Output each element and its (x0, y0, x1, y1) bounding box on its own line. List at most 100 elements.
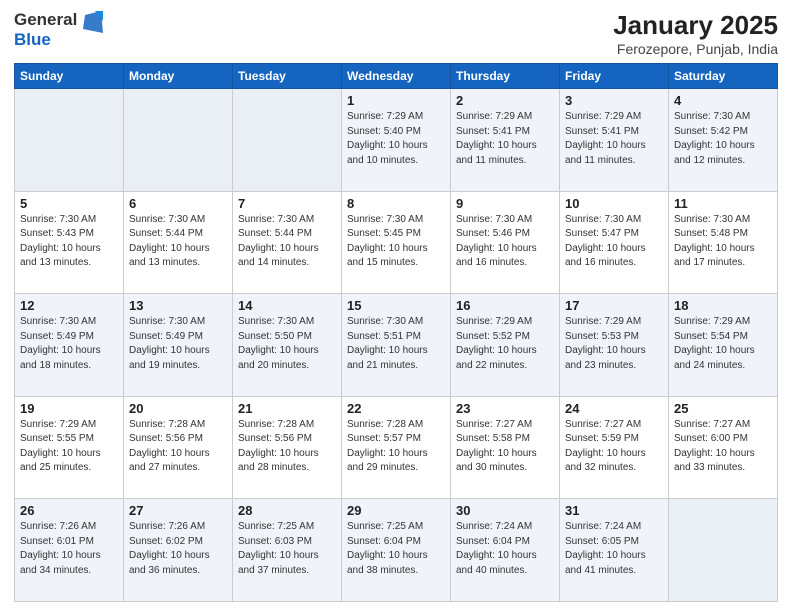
day-info: Sunrise: 7:30 AM Sunset: 5:45 PM Dayligh… (347, 213, 445, 271)
day-number: 4 (674, 93, 772, 108)
day-info: Sunrise: 7:30 AM Sunset: 5:44 PM Dayligh… (129, 213, 227, 271)
page-title: January 2025 (613, 10, 778, 41)
day-number: 7 (238, 196, 336, 211)
day-number: 3 (565, 93, 663, 108)
day-number: 15 (347, 298, 445, 313)
col-wednesday: Wednesday (342, 64, 451, 89)
calendar-week-row: 26 Sunrise: 7:26 AM Sunset: 6:01 PM Dayli… (15, 499, 778, 602)
col-monday: Monday (124, 64, 233, 89)
table-row: 19 Sunrise: 7:29 AM Sunset: 5:55 PM Dayli… (15, 396, 124, 499)
day-info: Sunrise: 7:30 AM Sunset: 5:49 PM Dayligh… (20, 315, 118, 373)
calendar-week-row: 1 Sunrise: 7:29 AM Sunset: 5:40 PM Daylig… (15, 89, 778, 192)
day-info: Sunrise: 7:26 AM Sunset: 6:02 PM Dayligh… (129, 520, 227, 578)
day-info: Sunrise: 7:26 AM Sunset: 6:01 PM Dayligh… (20, 520, 118, 578)
table-row: 9 Sunrise: 7:30 AM Sunset: 5:46 PM Daylig… (451, 191, 560, 294)
day-number: 11 (674, 196, 772, 211)
table-row: 22 Sunrise: 7:28 AM Sunset: 5:57 PM Dayli… (342, 396, 451, 499)
day-info: Sunrise: 7:24 AM Sunset: 6:05 PM Dayligh… (565, 520, 663, 578)
table-row: 8 Sunrise: 7:30 AM Sunset: 5:45 PM Daylig… (342, 191, 451, 294)
day-info: Sunrise: 7:28 AM Sunset: 5:57 PM Dayligh… (347, 418, 445, 476)
table-row: 16 Sunrise: 7:29 AM Sunset: 5:52 PM Dayli… (451, 294, 560, 397)
table-row: 28Sunrise: 7:25 AM Sunset: 6:03 PM Dayli… (233, 499, 342, 602)
day-info: Sunrise: 7:29 AM Sunset: 5:41 PM Dayligh… (565, 110, 663, 168)
day-info: Sunrise: 7:25 AM Sunset: 6:04 PM Dayligh… (347, 520, 445, 578)
logo-icon (81, 9, 105, 37)
calendar-week-row: 12 Sunrise: 7:30 AM Sunset: 5:49 PM Dayli… (15, 294, 778, 397)
logo-blue: Blue (14, 30, 51, 49)
table-row: 12 Sunrise: 7:30 AM Sunset: 5:49 PM Dayli… (15, 294, 124, 397)
day-info: Sunrise: 7:27 AM Sunset: 5:59 PM Dayligh… (565, 418, 663, 476)
day-number: 25 (674, 401, 772, 416)
day-number: 23 (456, 401, 554, 416)
day-number: 5 (20, 196, 118, 211)
logo: General Blue (14, 10, 105, 49)
logo-text: General Blue (14, 10, 105, 49)
page: General Blue January 2025 Ferozepore, Pu… (0, 0, 792, 612)
day-number: 10 (565, 196, 663, 211)
table-row: 27 Sunrise: 7:26 AM Sunset: 6:02 PM Dayli… (124, 499, 233, 602)
table-row: 26 Sunrise: 7:26 AM Sunset: 6:01 PM Dayli… (15, 499, 124, 602)
day-info: Sunrise: 7:29 AM Sunset: 5:40 PM Dayligh… (347, 110, 445, 168)
day-info: Sunrise: 7:29 AM Sunset: 5:55 PM Dayligh… (20, 418, 118, 476)
day-info: Sunrise: 7:30 AM Sunset: 5:47 PM Dayligh… (565, 213, 663, 271)
day-info: Sunrise: 7:30 AM Sunset: 5:43 PM Dayligh… (20, 213, 118, 271)
day-info: Sunrise: 7:29 AM Sunset: 5:52 PM Dayligh… (456, 315, 554, 373)
day-info: Sunrise: 7:29 AM Sunset: 5:53 PM Dayligh… (565, 315, 663, 373)
day-number: 9 (456, 196, 554, 211)
table-row: 15 Sunrise: 7:30 AM Sunset: 5:51 PM Dayli… (342, 294, 451, 397)
table-row: 17 Sunrise: 7:29 AM Sunset: 5:53 PM Dayli… (560, 294, 669, 397)
table-row: 5 Sunrise: 7:30 AM Sunset: 5:43 PM Daylig… (15, 191, 124, 294)
day-number: 17 (565, 298, 663, 313)
day-number: 21 (238, 401, 336, 416)
calendar-header-row: Sunday Monday Tuesday Wednesday Thursday… (15, 64, 778, 89)
table-row: 7Sunrise: 7:30 AM Sunset: 5:44 PM Daylig… (233, 191, 342, 294)
table-row: 3 Sunrise: 7:29 AM Sunset: 5:41 PM Daylig… (560, 89, 669, 192)
col-thursday: Thursday (451, 64, 560, 89)
table-row: 24Sunrise: 7:27 AM Sunset: 5:59 PM Dayli… (560, 396, 669, 499)
table-row: 14Sunrise: 7:30 AM Sunset: 5:50 PM Dayli… (233, 294, 342, 397)
day-number: 8 (347, 196, 445, 211)
table-row (15, 89, 124, 192)
col-tuesday: Tuesday (233, 64, 342, 89)
day-info: Sunrise: 7:30 AM Sunset: 5:49 PM Dayligh… (129, 315, 227, 373)
logo-general: General (14, 10, 77, 29)
table-row: 1 Sunrise: 7:29 AM Sunset: 5:40 PM Daylig… (342, 89, 451, 192)
day-number: 2 (456, 93, 554, 108)
day-info: Sunrise: 7:24 AM Sunset: 6:04 PM Dayligh… (456, 520, 554, 578)
day-number: 19 (20, 401, 118, 416)
day-number: 27 (129, 503, 227, 518)
day-number: 13 (129, 298, 227, 313)
day-info: Sunrise: 7:25 AM Sunset: 6:03 PM Dayligh… (238, 520, 336, 578)
table-row: 29Sunrise: 7:25 AM Sunset: 6:04 PM Dayli… (342, 499, 451, 602)
day-number: 6 (129, 196, 227, 211)
day-number: 20 (129, 401, 227, 416)
day-number: 12 (20, 298, 118, 313)
day-number: 30 (456, 503, 554, 518)
day-info: Sunrise: 7:30 AM Sunset: 5:51 PM Dayligh… (347, 315, 445, 373)
day-number: 1 (347, 93, 445, 108)
table-row (124, 89, 233, 192)
day-info: Sunrise: 7:30 AM Sunset: 5:50 PM Dayligh… (238, 315, 336, 373)
table-row: 13 Sunrise: 7:30 AM Sunset: 5:49 PM Dayli… (124, 294, 233, 397)
day-number: 16 (456, 298, 554, 313)
table-row: 2 Sunrise: 7:29 AM Sunset: 5:41 PM Daylig… (451, 89, 560, 192)
table-row: 4Sunrise: 7:30 AM Sunset: 5:42 PM Daylig… (669, 89, 778, 192)
title-block: January 2025 Ferozepore, Punjab, India (613, 10, 778, 57)
day-info: Sunrise: 7:30 AM Sunset: 5:48 PM Dayligh… (674, 213, 772, 271)
day-info: Sunrise: 7:29 AM Sunset: 5:41 PM Dayligh… (456, 110, 554, 168)
header: General Blue January 2025 Ferozepore, Pu… (14, 10, 778, 57)
day-number: 31 (565, 503, 663, 518)
col-friday: Friday (560, 64, 669, 89)
day-info: Sunrise: 7:30 AM Sunset: 5:46 PM Dayligh… (456, 213, 554, 271)
page-subtitle: Ferozepore, Punjab, India (613, 41, 778, 57)
day-number: 18 (674, 298, 772, 313)
day-info: Sunrise: 7:28 AM Sunset: 5:56 PM Dayligh… (238, 418, 336, 476)
day-info: Sunrise: 7:27 AM Sunset: 6:00 PM Dayligh… (674, 418, 772, 476)
col-saturday: Saturday (669, 64, 778, 89)
table-row: 6 Sunrise: 7:30 AM Sunset: 5:44 PM Daylig… (124, 191, 233, 294)
table-row (233, 89, 342, 192)
table-row: 11 Sunrise: 7:30 AM Sunset: 5:48 PM Dayli… (669, 191, 778, 294)
day-number: 26 (20, 503, 118, 518)
day-number: 22 (347, 401, 445, 416)
table-row: 18Sunrise: 7:29 AM Sunset: 5:54 PM Dayli… (669, 294, 778, 397)
